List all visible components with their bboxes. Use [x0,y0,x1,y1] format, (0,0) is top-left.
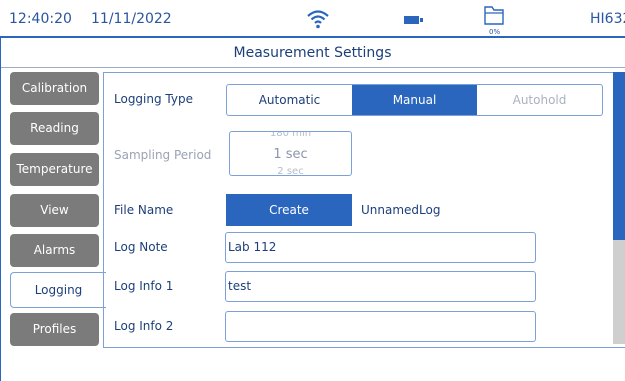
left-edge-line [0,38,1,381]
tab-calibration[interactable]: Calibration [10,72,99,105]
create-button[interactable]: Create [226,194,352,226]
wifi-icon [307,10,329,29]
log-info2-label: Log Info 2 [114,319,174,333]
storage-percent: 0% [489,28,501,36]
page-title: Measurement Settings [233,45,392,61]
logging-type-selector: Automatic Manual Autohold [226,84,603,116]
status-time: 12:40:20 [9,11,72,27]
log-info2-field[interactable] [225,311,536,342]
tab-alarms[interactable]: Alarms [10,234,99,267]
log-info1-field[interactable]: test [225,271,536,302]
logging-type-automatic[interactable]: Automatic [227,85,352,115]
log-note-field[interactable]: Lab 112 [225,232,536,263]
log-note-label: Log Note [114,240,168,254]
status-date: 11/11/2022 [91,11,172,27]
scrollbar-thumb[interactable] [613,72,625,240]
status-bar: 12:40:20 11/11/2022 0% HI632 [0,0,625,38]
tab-view[interactable]: View [10,194,99,227]
model-name: HI632 [590,11,625,27]
logging-settings-panel: Logging Type Automatic Manual Autohold S… [103,72,625,348]
logging-type-label: Logging Type [114,92,193,106]
battery-icon [404,16,423,24]
sampling-period-spinner[interactable]: 180 min 1 sec 2 sec [229,131,352,176]
sampling-prev-value: 180 min [269,131,312,139]
scrollbar[interactable] [613,72,625,344]
logging-type-manual[interactable]: Manual [352,85,477,115]
tab-logging[interactable]: Logging [10,272,106,308]
panel-bottom-border [103,347,625,348]
title-bar: Measurement Settings [0,38,625,68]
logging-type-autohold[interactable]: Autohold [477,85,602,115]
log-info1-label: Log Info 1 [114,279,174,293]
sampling-period-label: Sampling Period [114,148,212,162]
sampling-current-value: 1 sec [273,147,308,162]
file-name-value: UnnamedLog [361,203,441,217]
sampling-next-value: 2 sec [277,166,304,176]
file-name-label: File Name [114,203,174,217]
tab-reading[interactable]: Reading [10,112,99,145]
tab-profiles[interactable]: Profiles [10,313,99,346]
tab-temperature[interactable]: Temperature [10,153,99,186]
